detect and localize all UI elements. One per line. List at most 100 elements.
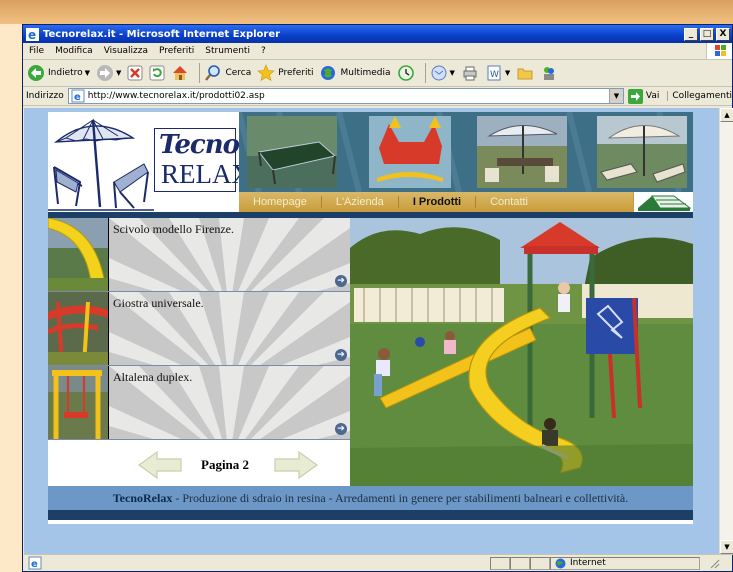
web-viewport: Tecno RELAX Homepage L'Azienda I Prodott…	[24, 108, 719, 554]
browser-window: e Tecnorelax.it - Microsoft Internet Exp…	[22, 24, 733, 572]
partner-logo[interactable]	[633, 192, 693, 212]
refresh-button[interactable]	[149, 62, 165, 84]
status-cell	[490, 556, 510, 570]
address-url: http://www.tecnorelax.it/prodotti02.asp	[87, 91, 265, 101]
status-cell	[510, 556, 530, 570]
media-icon	[321, 66, 336, 80]
mail-button[interactable]: ▼	[430, 62, 455, 84]
back-button[interactable]: Indietro ▼	[27, 62, 90, 84]
menu-file[interactable]: File	[29, 46, 44, 56]
svg-text:e: e	[28, 28, 36, 41]
product-thumbnail[interactable]	[48, 366, 109, 439]
page-status-icon: e	[28, 556, 42, 570]
scroll-up-button[interactable]: ▲	[720, 108, 733, 122]
status-bar: e Internet	[24, 554, 733, 571]
arrow-right-icon[interactable]: ➔	[335, 275, 347, 287]
search-label: Cerca	[225, 68, 252, 78]
footer-brand: TecnoRelax	[112, 491, 173, 505]
zone-cell: Internet	[550, 556, 700, 570]
product-name[interactable]: Scivolo modello Firenze.	[113, 222, 234, 237]
tent-logo-icon	[638, 195, 692, 211]
star-icon	[257, 64, 275, 82]
site-footer: TecnoRelax - Produzione di sdraio in res…	[48, 486, 693, 510]
menu-visualizza[interactable]: Visualizza	[104, 46, 148, 56]
links-button[interactable]: Collegamenti	[667, 91, 732, 101]
arrow-right-icon[interactable]: ➔	[335, 423, 347, 435]
status-text-cell	[46, 557, 490, 570]
product-item[interactable]: Giostra universale. ➔	[48, 292, 350, 366]
menu-modifica[interactable]: Modifica	[55, 46, 93, 56]
history-icon	[397, 65, 414, 81]
edit-button[interactable]: W ▼	[485, 62, 510, 84]
playground-slide-image	[350, 218, 693, 486]
minimize-button[interactable]: _	[684, 27, 698, 41]
scroll-down-button[interactable]: ▼	[720, 540, 733, 554]
refresh-icon	[149, 65, 165, 81]
chevron-down-icon[interactable]: ▼	[85, 69, 90, 77]
chevron-down-icon[interactable]: ▼	[116, 69, 121, 77]
messenger-icon	[544, 67, 555, 80]
stop-icon	[127, 65, 143, 81]
chevron-down-icon[interactable]: ▼	[608, 89, 623, 103]
status-cell	[530, 556, 550, 570]
printer-icon	[463, 66, 477, 81]
close-button[interactable]: X	[716, 27, 730, 41]
slide-thumbnail	[48, 218, 108, 291]
messenger-button[interactable]	[540, 62, 558, 84]
search-icon	[205, 65, 221, 81]
go-button[interactable]: Vai	[627, 88, 659, 104]
search-button[interactable]: Cerca	[204, 62, 251, 84]
media-label: Multimedia	[340, 68, 391, 78]
product-name[interactable]: Giostra universale.	[113, 296, 204, 311]
product-photo	[350, 218, 693, 486]
ie-icon: e	[26, 27, 39, 41]
product-body: Giostra universale. ➔	[109, 292, 350, 365]
logo-line1: Tecno	[159, 130, 240, 160]
address-field[interactable]: e http://www.tecnorelax.it/prodotti02.as…	[67, 88, 624, 104]
maximize-button[interactable]: □	[700, 27, 714, 41]
address-label: Indirizzo	[26, 91, 64, 101]
banner-photos	[239, 112, 693, 192]
product-thumbnail[interactable]	[48, 292, 109, 365]
nav-azienda[interactable]: L'Azienda	[322, 196, 399, 208]
nav-prodotti[interactable]: I Prodotti	[399, 196, 477, 208]
chevron-down-icon[interactable]: ▼	[505, 69, 510, 77]
nav-contatti[interactable]: Contatti	[476, 196, 542, 208]
menu-preferiti[interactable]: Preferiti	[159, 46, 194, 56]
carousel-thumbnail	[48, 292, 108, 365]
toolbar-separator	[424, 63, 426, 83]
product-item[interactable]: Altalena duplex. ➔	[48, 366, 350, 440]
vertical-scrollbar[interactable]: ▲ ▼	[719, 108, 733, 554]
menu-strumenti[interactable]: Strumenti	[205, 46, 250, 56]
title-bar: e Tecnorelax.it - Microsoft Internet Exp…	[23, 25, 732, 43]
folder-icon	[517, 68, 533, 80]
pagination: Pagina 2	[109, 443, 350, 486]
toolbar: Indietro ▼ ▼ Cerca Preferiti Multimedia	[23, 60, 732, 87]
media-button[interactable]: Multimedia	[319, 62, 391, 84]
resize-grip-icon[interactable]	[708, 557, 720, 569]
history-button[interactable]	[397, 62, 415, 84]
next-page-arrow-icon[interactable]	[273, 450, 319, 480]
footer-divider	[48, 510, 693, 520]
footer-text: - Produzione di sdraio in resina - Arred…	[172, 491, 629, 505]
home-button[interactable]	[171, 62, 189, 84]
product-item[interactable]: Scivolo modello Firenze. ➔	[48, 218, 350, 292]
chevron-down-icon[interactable]: ▼	[450, 69, 455, 77]
print-button[interactable]	[461, 62, 479, 84]
folder-button[interactable]	[516, 62, 534, 84]
mail-icon	[431, 65, 447, 81]
arrow-right-icon[interactable]: ➔	[335, 349, 347, 361]
back-arrow-icon	[28, 65, 44, 81]
site-logo[interactable]: Tecno RELAX	[48, 112, 251, 215]
menu-help[interactable]: ?	[261, 46, 266, 56]
product-thumbnail[interactable]	[48, 218, 109, 291]
swing-thumbnail	[48, 366, 108, 439]
forward-arrow-icon	[97, 65, 114, 81]
back-label: Indietro	[48, 68, 83, 78]
product-name[interactable]: Altalena duplex.	[113, 370, 192, 385]
forward-button[interactable]: ▼	[96, 62, 121, 84]
previous-page-arrow-icon[interactable]	[137, 450, 183, 480]
favorites-button[interactable]: Preferiti	[257, 62, 313, 84]
nav-homepage[interactable]: Homepage	[239, 196, 322, 208]
stop-button[interactable]	[127, 62, 143, 84]
